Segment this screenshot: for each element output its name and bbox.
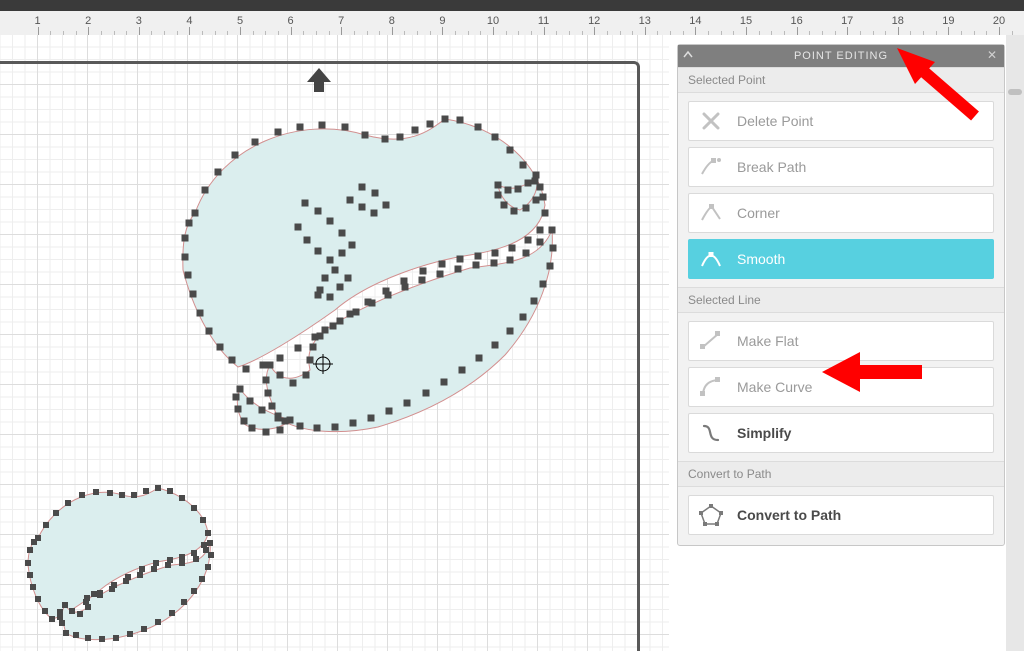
simplify-icon (699, 422, 723, 444)
smooth-icon (699, 248, 723, 270)
ruler-label: 2 (85, 15, 91, 27)
ruler-label: 3 (136, 15, 142, 27)
make-flat-label: Make Flat (737, 333, 798, 349)
lips-shape-large[interactable] (183, 119, 553, 432)
section-label-convert: Convert to Path (678, 461, 1004, 487)
corner-label: Corner (737, 205, 780, 221)
break-path-button[interactable]: Break Path (688, 147, 994, 187)
ruler-label: 17 (841, 15, 853, 27)
ruler-label: 7 (338, 15, 344, 27)
annotation-arrow-1 (897, 48, 987, 128)
corner-button[interactable]: Corner (688, 193, 994, 233)
break-path-label: Break Path (737, 159, 806, 175)
section-label-selected-line: Selected Line (678, 287, 1004, 313)
scrollbar-thumb[interactable] (1008, 89, 1022, 95)
ruler-label: 14 (689, 15, 701, 27)
break-path-icon (699, 156, 723, 178)
ruler-label: 20 (993, 15, 1005, 27)
ruler-label: 18 (892, 15, 904, 27)
panel-close-icon[interactable]: ✕ (987, 48, 998, 62)
ruler-label: 1 (35, 15, 41, 27)
ruler-label: 13 (639, 15, 651, 27)
convert-to-path-button[interactable]: Convert to Path (688, 495, 994, 535)
ruler-label: 5 (237, 15, 243, 27)
ruler-label: 16 (790, 15, 802, 27)
smooth-button[interactable]: Smooth (688, 239, 994, 279)
ruler-label: 10 (487, 15, 499, 27)
panel-collapse-icon[interactable] (682, 49, 694, 64)
ruler-label: 11 (538, 15, 549, 27)
simplify-label: Simplify (737, 425, 791, 441)
x-icon (699, 110, 723, 132)
convert-to-path-label: Convert to Path (737, 507, 841, 523)
panel-title: POINT EDITING (794, 50, 888, 62)
ruler-label: 8 (389, 15, 395, 27)
make-curve-icon (699, 376, 723, 398)
make-curve-label: Make Curve (737, 379, 812, 395)
delete-point-label: Delete Point (737, 113, 813, 129)
ruler-label: 9 (439, 15, 445, 27)
ruler-horizontal: 1234567891011121314151617181920 (0, 11, 1024, 35)
smooth-label: Smooth (737, 251, 785, 267)
pentagon-icon (699, 504, 723, 526)
app-top-bar (0, 0, 1024, 11)
ruler-label: 12 (588, 15, 600, 27)
ruler-label: 15 (740, 15, 752, 27)
corner-icon (699, 202, 723, 224)
design-canvas-svg[interactable] (0, 35, 669, 651)
simplify-button[interactable]: Simplify (688, 413, 994, 453)
ruler-label: 19 (942, 15, 954, 27)
right-scrollbar[interactable] (1006, 35, 1024, 651)
make-flat-icon (699, 330, 723, 352)
ruler-label: 6 (288, 15, 294, 27)
annotation-arrow-2 (822, 342, 932, 402)
ruler-label: 4 (186, 15, 192, 27)
